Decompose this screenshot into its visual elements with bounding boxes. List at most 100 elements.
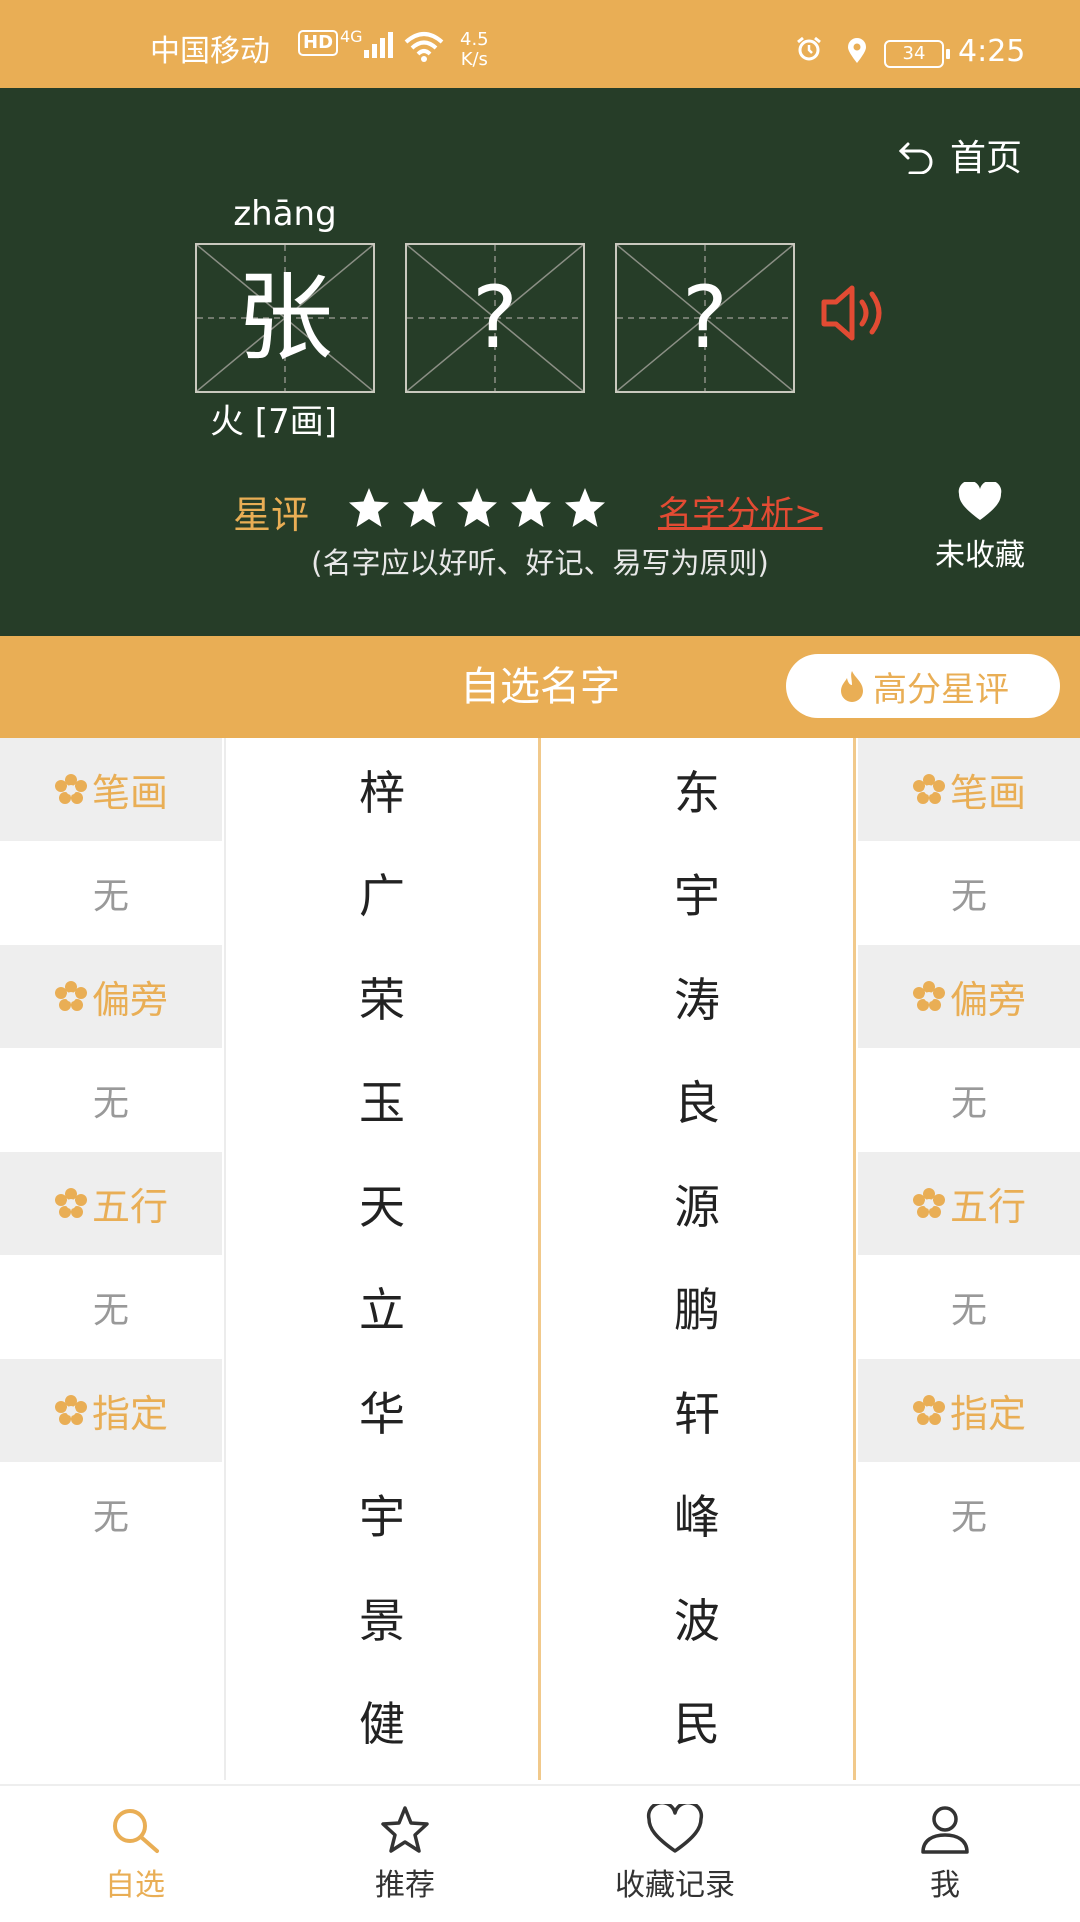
star-icon <box>381 1806 429 1853</box>
name-candidate[interactable]: 华 <box>226 1359 538 1463</box>
flower-icon <box>54 773 87 804</box>
filter-specified-value[interactable]: 无 <box>0 1462 222 1566</box>
name-candidate[interactable]: 广 <box>226 842 538 946</box>
home-button[interactable]: 首页 <box>898 132 1023 179</box>
tab-recommend[interactable]: 推荐 <box>270 1786 540 1922</box>
given-name-box-2[interactable]: ? <box>615 243 795 393</box>
filter-specified-label: 指定 <box>949 1392 1026 1436</box>
filter-stroke-label: 笔画 <box>91 771 168 815</box>
filter-element-value[interactable]: 无 <box>0 1255 222 1359</box>
section-bar: 自选名字 高分星评 <box>0 636 1080 738</box>
name-candidate[interactable]: 玉 <box>226 1049 538 1153</box>
heart-icon <box>646 1804 704 1853</box>
filter-specified-label: 指定 <box>91 1392 168 1436</box>
filter-stroke[interactable]: 笔画 <box>0 738 222 841</box>
name-column-2[interactable]: 东宇涛良源鹏轩峰波民 <box>541 738 856 1780</box>
filter-stroke-value[interactable]: 无 <box>0 841 222 945</box>
tab-me[interactable]: 我 <box>810 1786 1080 1922</box>
name-candidate[interactable]: 鹏 <box>541 1256 853 1360</box>
filter-element[interactable]: 五行 <box>0 1152 222 1255</box>
net-speed: 4.5 K/s <box>460 30 489 70</box>
tab-label: 我 <box>930 1868 960 1903</box>
filter-radical-label: 偏旁 <box>91 978 168 1022</box>
flower-icon <box>912 773 945 804</box>
name-candidate[interactable]: 梓 <box>226 738 538 842</box>
filter-specified-value[interactable]: 无 <box>858 1462 1080 1566</box>
flower-icon <box>54 1187 87 1218</box>
tab-label: 自选 <box>105 1868 165 1903</box>
name-candidate[interactable]: 良 <box>541 1049 853 1153</box>
status-bar: 中国移动 HD 4G 4.5 K/s 34 4:25 <box>0 0 1080 88</box>
user-icon <box>921 1806 969 1854</box>
speaker-icon[interactable] <box>818 284 890 342</box>
flower-icon <box>912 1187 945 1218</box>
tab-label: 推荐 <box>375 1868 435 1903</box>
filter-element-value[interactable]: 无 <box>858 1255 1080 1359</box>
filter-specified[interactable]: 指定 <box>0 1359 222 1462</box>
name-candidate[interactable]: 健 <box>226 1670 538 1774</box>
alarm-icon <box>797 36 821 61</box>
wifi-icon <box>404 32 444 62</box>
filter-element-label: 五行 <box>91 1185 168 1229</box>
bottom-tab-bar: 自选 推荐 收藏记录 我 <box>0 1784 1080 1922</box>
filter-stroke-value[interactable]: 无 <box>858 841 1080 945</box>
element-stroke-info: 火 [7画] <box>210 402 337 442</box>
filter-radical-value[interactable]: 无 <box>858 1048 1080 1152</box>
name-candidate[interactable]: 天 <box>226 1152 538 1256</box>
name-candidate[interactable]: 轩 <box>541 1359 853 1463</box>
home-label: 首页 <box>950 138 1023 179</box>
flower-icon <box>54 1394 87 1425</box>
name-candidate[interactable]: 立 <box>226 1256 538 1360</box>
carrier-label: 中国移动 <box>150 34 270 69</box>
back-arrow-icon <box>898 142 933 174</box>
filter-stroke[interactable]: 笔画 <box>858 738 1080 841</box>
name-candidate[interactable]: 峰 <box>541 1463 853 1567</box>
net-speed-value: 4.5 <box>460 29 489 50</box>
tab-label: 收藏记录 <box>615 1868 735 1903</box>
filter-column-right: 笔画 无 偏旁 无 五行 无 指定 无 <box>858 738 1080 1566</box>
hd-badge: HD <box>298 30 339 56</box>
filter-element-label: 五行 <box>949 1185 1026 1229</box>
name-candidate[interactable]: 源 <box>541 1152 853 1256</box>
surname-box: 张 <box>195 243 375 393</box>
name-candidate[interactable]: 荣 <box>226 945 538 1049</box>
given-name-box-1[interactable]: ? <box>405 243 585 393</box>
surname-char: 张 <box>237 262 333 374</box>
filter-radical-value[interactable]: 无 <box>0 1048 222 1152</box>
tab-favorites[interactable]: 收藏记录 <box>540 1786 810 1922</box>
flower-icon <box>912 980 945 1011</box>
pinyin-label: zhāng <box>233 194 337 234</box>
filter-stroke-label: 笔画 <box>949 771 1026 815</box>
name-candidate[interactable]: 东 <box>541 738 853 842</box>
filter-radical[interactable]: 偏旁 <box>0 945 222 1048</box>
naming-hint: (名字应以好听、好记、易写为原则) <box>311 546 769 580</box>
filter-specified[interactable]: 指定 <box>858 1359 1080 1462</box>
star-icon <box>349 488 389 527</box>
location-icon <box>848 38 866 63</box>
name-candidate[interactable]: 宇 <box>226 1463 538 1567</box>
flower-icon <box>54 980 87 1011</box>
filter-column-left: 笔画 无 偏旁 无 五行 无 指定 无 <box>0 738 222 1566</box>
name-candidate[interactable]: 景 <box>226 1566 538 1670</box>
filter-radical[interactable]: 偏旁 <box>858 945 1080 1048</box>
given-name-char-1: ? <box>472 268 518 368</box>
high-rating-button[interactable]: 高分星评 <box>786 654 1060 718</box>
name-candidate[interactable]: 宇 <box>541 842 853 946</box>
tab-self-select[interactable]: 自选 <box>0 1786 270 1922</box>
star-icon <box>457 488 497 527</box>
name-candidate[interactable]: 波 <box>541 1566 853 1670</box>
rating-label: 星评 <box>233 493 310 537</box>
rating-stars <box>346 486 608 530</box>
star-icon <box>403 488 443 527</box>
filter-element[interactable]: 五行 <box>858 1152 1080 1255</box>
signal-icon <box>364 32 393 58</box>
name-candidate[interactable]: 民 <box>541 1670 853 1774</box>
given-name-char-2: ? <box>682 268 728 368</box>
name-candidate[interactable]: 涛 <box>541 945 853 1049</box>
net-speed-unit: K/s <box>460 49 488 70</box>
flame-icon <box>841 671 863 702</box>
battery-indicator: 34 <box>884 40 950 68</box>
name-column-1[interactable]: 梓广荣玉天立华宇景健 <box>224 738 541 1780</box>
name-analysis-link[interactable]: 名字分析> <box>658 486 823 535</box>
heart-icon <box>958 480 1002 520</box>
